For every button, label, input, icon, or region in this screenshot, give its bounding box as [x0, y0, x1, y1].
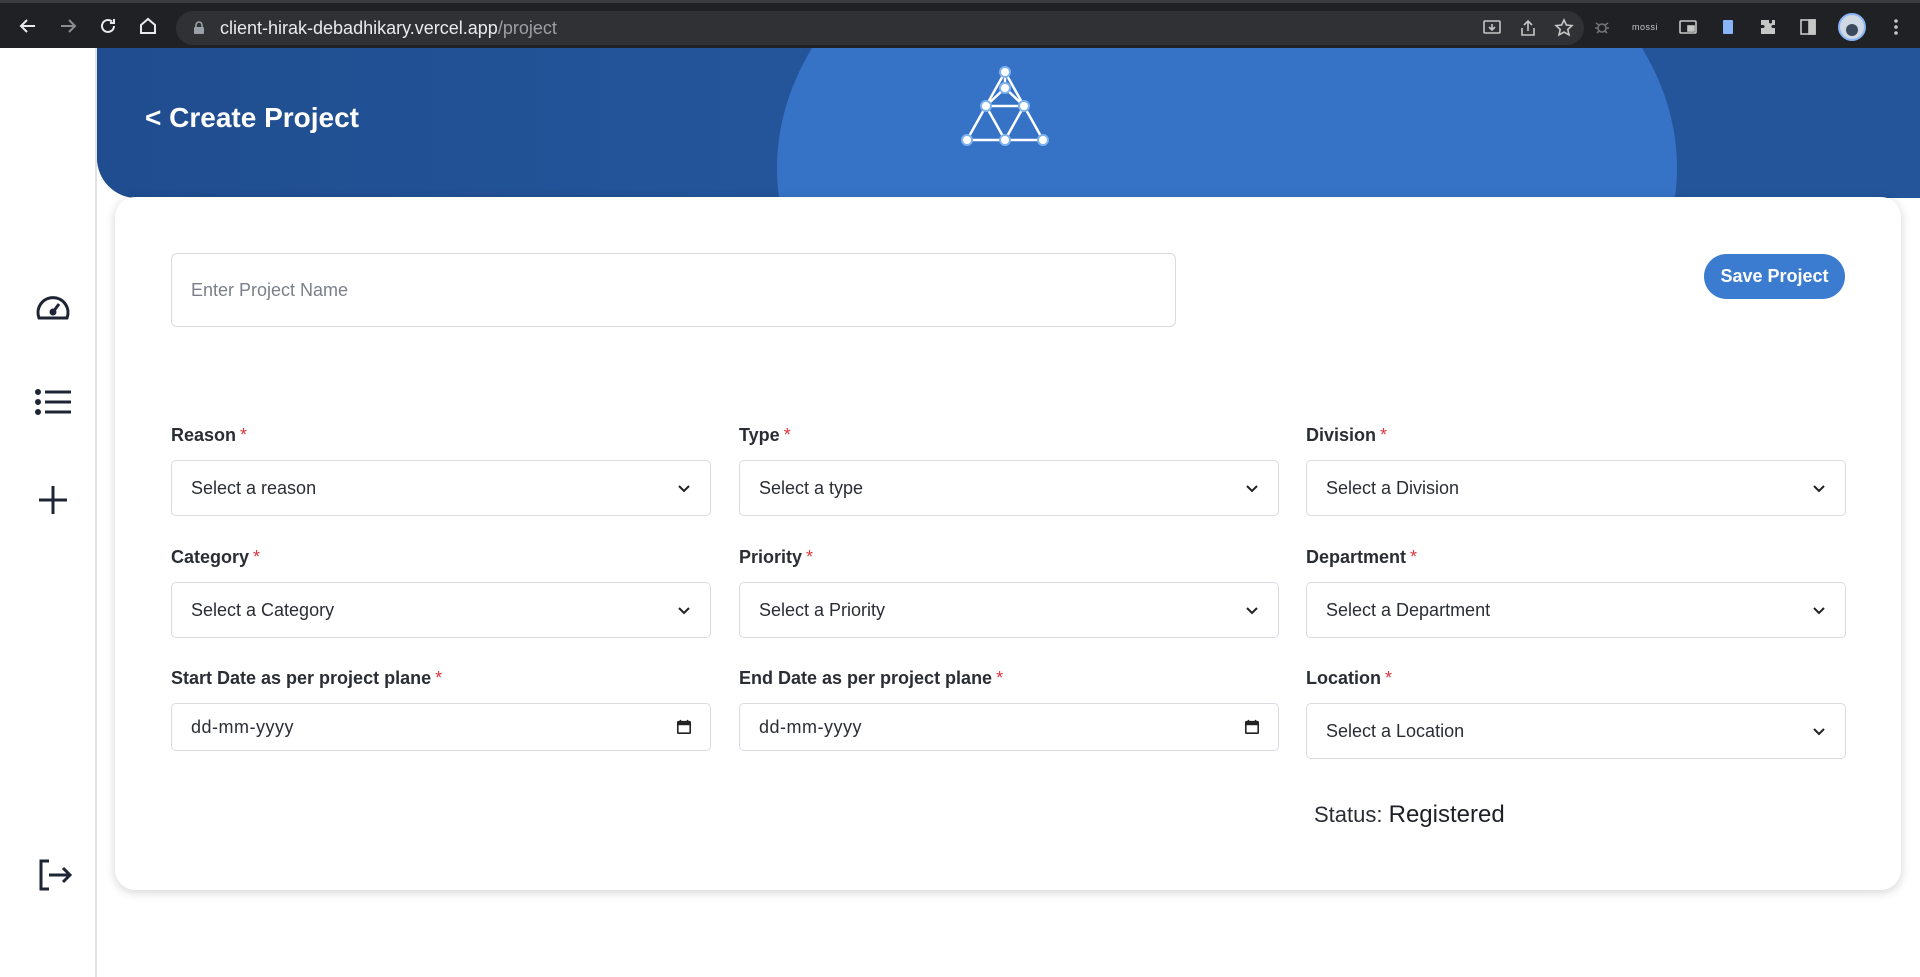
location-field: Location * Select a Location: [1306, 668, 1846, 759]
url-path: /project: [497, 17, 557, 38]
status-value: Registered: [1388, 801, 1505, 828]
location-select[interactable]: Select a Location: [1306, 703, 1846, 759]
required-mark: *: [806, 547, 814, 567]
header-banner: < Create Project: [97, 48, 1920, 198]
required-mark: *: [253, 547, 261, 567]
bookmark-star-icon[interactable]: [1554, 18, 1574, 38]
division-label: Division: [1306, 425, 1377, 445]
department-select[interactable]: Select a Department: [1306, 582, 1846, 638]
required-mark: *: [1385, 668, 1393, 688]
category-select[interactable]: Select a Category: [171, 582, 711, 638]
picture-in-picture-icon[interactable]: [1678, 17, 1698, 37]
chevron-down-icon: [1813, 485, 1825, 493]
chevron-down-icon: [1813, 728, 1825, 736]
location-select-value: Select a Location: [1326, 720, 1465, 741]
category-label: Category: [171, 547, 250, 567]
url-host: client-hirak-debadhikary.vercel.app: [220, 17, 498, 38]
required-mark: *: [240, 425, 248, 445]
chevron-down-icon: [1246, 607, 1258, 615]
start-date-field: Start Date as per project plane * dd-mm-y…: [171, 668, 711, 751]
sidebar: [0, 48, 97, 977]
type-select[interactable]: Select a type: [739, 460, 1279, 516]
share-icon[interactable]: [1518, 18, 1538, 38]
bug-extension-icon[interactable]: [1592, 17, 1612, 37]
end-date-label: End Date as per project plane: [739, 668, 993, 688]
reason-select[interactable]: Select a reason: [171, 460, 711, 516]
required-mark: *: [1410, 547, 1418, 567]
browser-toolbar: client-hirak-debadhikary.vercel.app/proj…: [0, 0, 1920, 48]
create-project-form-card: Save Project Reason* Select a reason Typ…: [115, 197, 1901, 890]
location-label: Location: [1306, 668, 1381, 688]
chevron-down-icon: [678, 607, 690, 615]
mossi-extension-icon[interactable]: mossi: [1632, 22, 1658, 32]
reason-field: Reason * Select a reason: [171, 425, 711, 516]
start-date-label: Start Date as per project plane: [171, 668, 432, 688]
required-mark: *: [1380, 425, 1388, 445]
start-date-input[interactable]: dd-mm-yyyy: [171, 703, 711, 751]
department-field: Department * Select a Department: [1306, 547, 1846, 638]
priority-label: Priority: [739, 547, 803, 567]
required-mark: *: [783, 425, 791, 445]
page-title-back-link[interactable]: < Create Project: [145, 102, 359, 134]
division-select[interactable]: Select a Division: [1306, 460, 1846, 516]
chevron-down-icon: [1246, 485, 1258, 493]
address-bar[interactable]: client-hirak-debadhikary.vercel.app/proj…: [176, 11, 1584, 45]
priority-select-value: Select a Priority: [759, 599, 886, 620]
chevron-down-icon: [678, 485, 690, 493]
priority-select[interactable]: Select a Priority: [739, 582, 1279, 638]
category-field: Category * Select a Category: [171, 547, 711, 638]
save-project-button[interactable]: Save Project: [1704, 254, 1845, 299]
type-field: Type * Select a type: [739, 425, 1279, 516]
end-date-value: dd-mm-yyyy: [759, 716, 862, 737]
reason-label: Reason: [171, 425, 237, 445]
required-mark: *: [996, 668, 1004, 688]
logout-icon[interactable]: [30, 852, 76, 898]
install-app-icon[interactable]: [1482, 18, 1502, 38]
chevron-down-icon: [1813, 607, 1825, 615]
project-name-input[interactable]: [191, 279, 1175, 301]
company-logo-icon: [961, 66, 1049, 146]
start-date-value: dd-mm-yyyy: [191, 716, 294, 737]
side-panel-icon[interactable]: [1798, 17, 1818, 37]
division-select-value: Select a Division: [1326, 477, 1460, 498]
back-icon[interactable]: [8, 6, 48, 46]
status-line: Status: Registered: [1314, 801, 1505, 829]
list-icon[interactable]: [30, 379, 76, 425]
department-select-value: Select a Department: [1326, 599, 1491, 620]
calendar-icon[interactable]: [676, 719, 692, 735]
reason-select-value: Select a reason: [191, 477, 317, 498]
clipboard-extension-icon[interactable]: [1718, 17, 1738, 37]
department-label: Department: [1306, 547, 1407, 567]
profile-avatar[interactable]: [1838, 13, 1866, 41]
division-field: Division * Select a Division: [1306, 425, 1846, 516]
home-icon[interactable]: [128, 6, 168, 46]
category-select-value: Select a Category: [191, 599, 335, 620]
extensions-puzzle-icon[interactable]: [1758, 17, 1778, 37]
calendar-icon[interactable]: [1244, 719, 1260, 735]
status-label: Status:: [1314, 802, 1383, 827]
priority-field: Priority * Select a Priority: [739, 547, 1279, 638]
plus-icon[interactable]: [30, 477, 76, 523]
reload-icon[interactable]: [88, 6, 128, 46]
type-label: Type: [739, 425, 780, 445]
type-select-value: Select a type: [759, 477, 864, 498]
required-mark: *: [435, 668, 443, 688]
project-name-field[interactable]: [171, 253, 1176, 327]
end-date-input[interactable]: dd-mm-yyyy: [739, 703, 1279, 751]
lock-icon: [194, 21, 204, 34]
more-menu-icon[interactable]: [1886, 17, 1906, 37]
dashboard-gauge-icon[interactable]: [30, 285, 76, 331]
end-date-field: End Date as per project plane * dd-mm-yyy…: [739, 668, 1279, 751]
forward-icon[interactable]: [48, 6, 88, 46]
